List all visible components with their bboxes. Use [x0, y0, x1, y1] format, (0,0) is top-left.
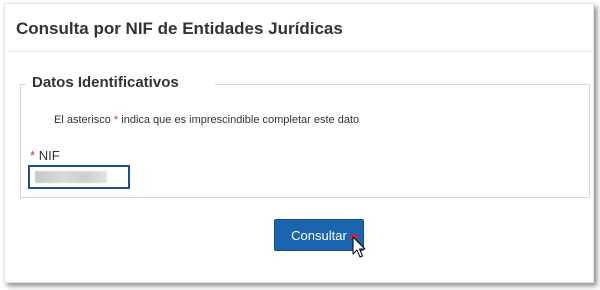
nif-redacted-value	[35, 171, 107, 183]
title-divider	[8, 51, 594, 52]
nif-label-text: NIF	[38, 148, 60, 163]
nif-label: * NIF	[30, 148, 60, 163]
mouse-pointer-arrow-icon	[351, 234, 366, 258]
page-title: Consulta por NIF de Entidades Jurídicas	[16, 19, 343, 38]
required-note-prefix: El asterisco	[54, 114, 114, 126]
cursor-arrow-shape	[352, 236, 366, 258]
required-fields-note: El asterisco * indica que es imprescindi…	[54, 114, 359, 126]
required-note-suffix: indica que es imprescindible completar e…	[118, 114, 360, 126]
fieldset-legend: Datos Identificativos	[30, 74, 181, 91]
nif-input[interactable]	[28, 165, 130, 189]
nif-required-asterisk: *	[30, 148, 36, 163]
fieldset-border-top-right	[215, 84, 588, 85]
fieldset-border-top-left	[20, 84, 26, 85]
